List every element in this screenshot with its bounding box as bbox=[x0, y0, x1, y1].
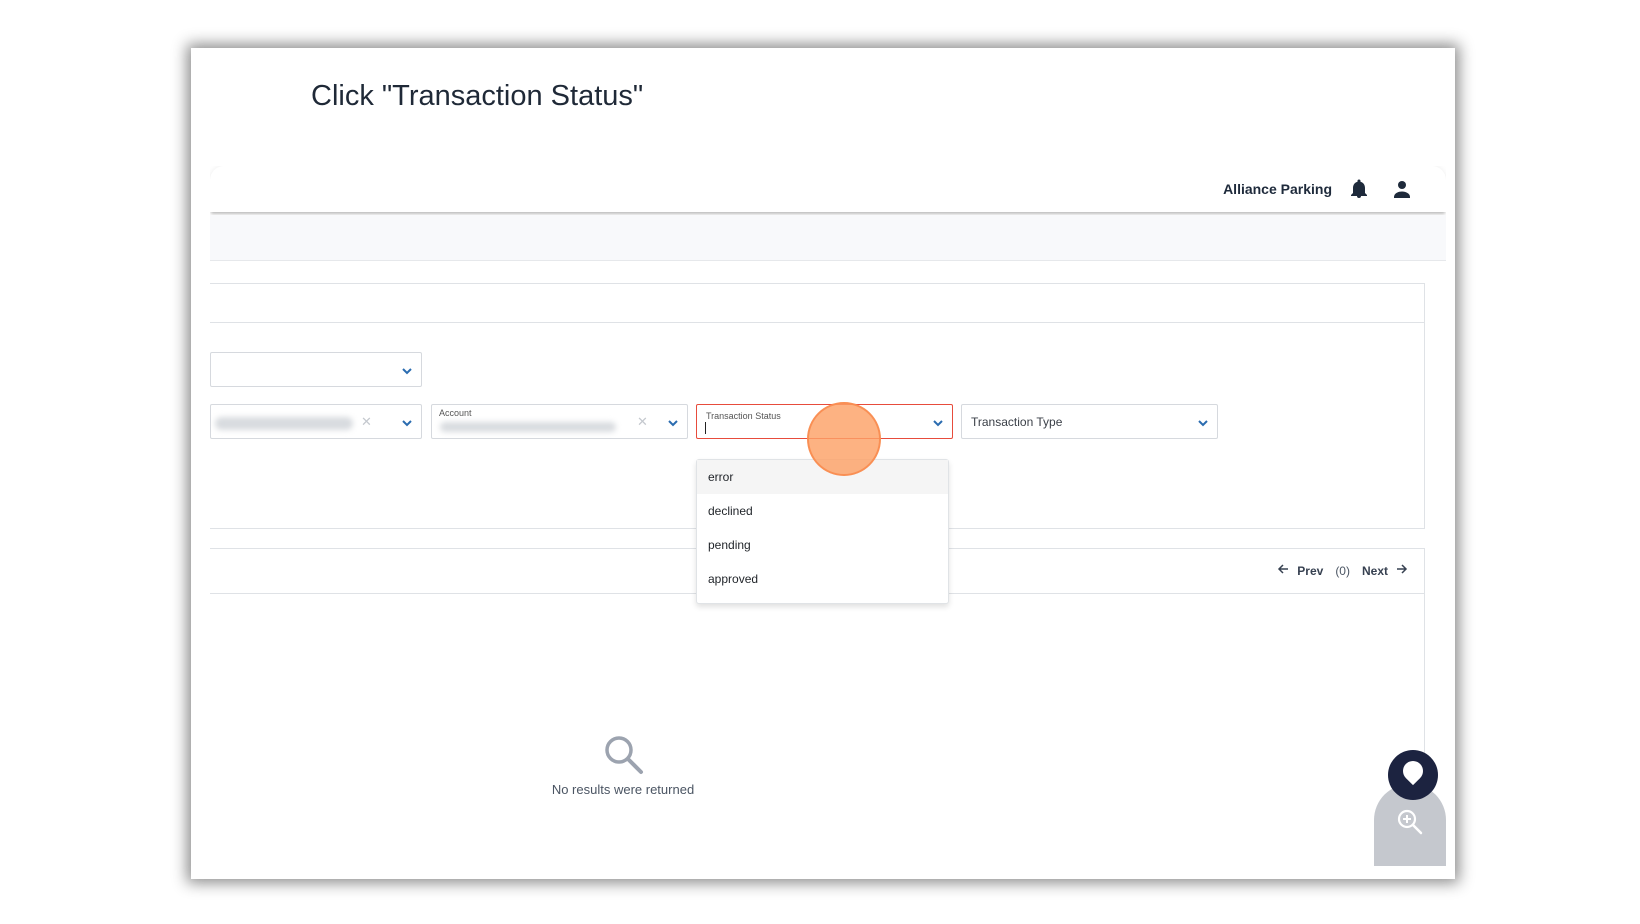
chevron-down-icon[interactable] bbox=[667, 416, 679, 434]
sub-toolbar bbox=[210, 215, 1446, 261]
bell-icon[interactable] bbox=[1350, 179, 1368, 204]
prev-button[interactable]: Prev bbox=[1297, 564, 1323, 578]
transaction-type-placeholder: Transaction Type bbox=[971, 415, 1063, 429]
clear-icon[interactable]: ✕ bbox=[637, 414, 648, 430]
user-icon[interactable] bbox=[1392, 179, 1412, 204]
chevron-down-icon[interactable] bbox=[401, 416, 413, 434]
location-select[interactable]: ✕ bbox=[210, 404, 422, 439]
text-caret bbox=[705, 422, 706, 434]
next-button[interactable]: Next bbox=[1362, 564, 1388, 578]
tutorial-slide: Click "Transaction Status" Alliance Park… bbox=[191, 48, 1455, 879]
redacted-value bbox=[440, 422, 616, 432]
organization-name[interactable]: Alliance Parking bbox=[1223, 181, 1332, 197]
zoom-in-icon[interactable] bbox=[1396, 808, 1424, 841]
transaction-status-dropdown: error declined pending approved bbox=[696, 459, 949, 604]
empty-results-message: No results were returned bbox=[551, 782, 695, 797]
arrow-right-icon[interactable] bbox=[1396, 563, 1408, 578]
pin-button[interactable] bbox=[1388, 750, 1438, 800]
top-select[interactable] bbox=[210, 352, 422, 387]
chevron-down-icon[interactable] bbox=[932, 416, 944, 434]
account-select[interactable]: Account ✕ bbox=[431, 404, 688, 439]
page-count: (0) bbox=[1335, 563, 1350, 578]
instruction-title: Click "Transaction Status" bbox=[311, 80, 644, 112]
chevron-down-icon[interactable] bbox=[1197, 416, 1209, 434]
filters-panel-header bbox=[210, 284, 1424, 323]
pagination: Prev (0) Next bbox=[1277, 563, 1408, 578]
option-declined[interactable]: declined bbox=[697, 494, 948, 528]
app-screenshot: Alliance Parking ✕ Account ✕ Transaction… bbox=[210, 166, 1446, 866]
arrow-left-icon[interactable] bbox=[1277, 563, 1289, 578]
option-pending[interactable]: pending bbox=[697, 528, 948, 562]
chevron-down-icon[interactable] bbox=[401, 364, 413, 382]
search-icon bbox=[603, 734, 645, 781]
clear-icon[interactable]: ✕ bbox=[361, 414, 372, 430]
option-approved[interactable]: approved bbox=[697, 562, 948, 596]
account-label: Account bbox=[439, 408, 472, 418]
pin-icon bbox=[1398, 756, 1428, 786]
transaction-status-label: Transaction Status bbox=[706, 411, 781, 421]
transaction-type-select[interactable]: Transaction Type bbox=[961, 404, 1218, 439]
top-bar: Alliance Parking bbox=[210, 166, 1446, 212]
click-indicator bbox=[807, 402, 881, 476]
redacted-value bbox=[215, 417, 353, 430]
